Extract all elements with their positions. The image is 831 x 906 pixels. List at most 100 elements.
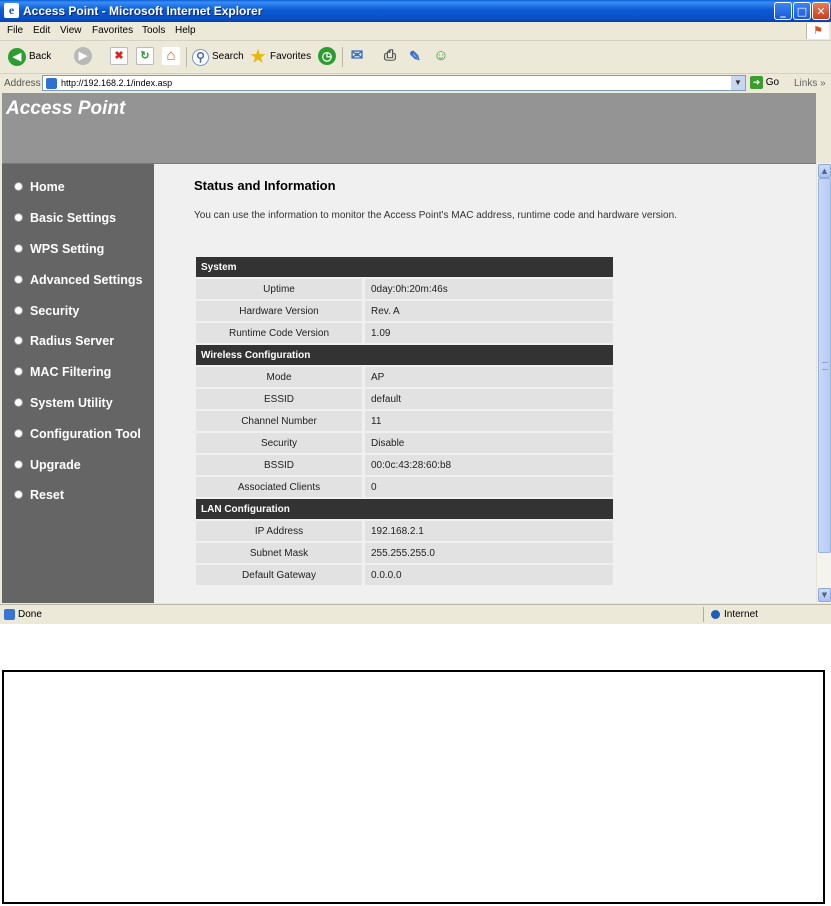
bullet-icon xyxy=(14,367,23,377)
table-row: ESSID default xyxy=(196,389,613,409)
scroll-thumb[interactable] xyxy=(818,178,831,553)
messenger-button[interactable]: ☺ xyxy=(432,47,450,67)
bullet-icon xyxy=(14,306,23,316)
maximize-button[interactable]: □ xyxy=(793,2,811,20)
page-icon xyxy=(46,78,57,89)
section-title: LAN Configuration xyxy=(196,499,613,519)
refresh-button[interactable]: ↻ xyxy=(136,47,154,67)
back-button[interactable]: ◀ Back xyxy=(8,47,51,67)
section-header-wireless: Wireless Configuration xyxy=(196,345,613,365)
mail-button[interactable]: ✉ xyxy=(348,47,366,67)
scroll-up-icon[interactable]: ▲ xyxy=(818,164,831,178)
nav-label: WPS Setting xyxy=(30,242,105,256)
nav-item-upgrade[interactable]: Upgrade xyxy=(14,458,81,476)
mail-icon: ✉ xyxy=(350,47,364,65)
back-label: Back xyxy=(29,51,52,62)
toolbar: ◀ Back ▶ ✖ ↻ ⌂ ⚲ Search ★ Favorites ◷ ✉ ⎙ xyxy=(0,41,831,74)
nav-label: Reset xyxy=(30,488,65,502)
minimize-button[interactable]: _ xyxy=(774,2,792,20)
nav-item-basic-settings[interactable]: Basic Settings xyxy=(14,211,116,229)
home-button[interactable]: ⌂ xyxy=(162,47,180,67)
empty-frame xyxy=(2,670,825,904)
row-value: 0day:0h:20m:46s xyxy=(362,279,613,299)
security-zone: Internet xyxy=(724,609,758,620)
scroll-down-icon[interactable]: ▼ xyxy=(818,588,831,602)
page-banner: Access Point xyxy=(2,93,816,164)
edit-button[interactable]: ✎ xyxy=(406,47,424,67)
row-label: Uptime xyxy=(196,279,362,299)
address-input[interactable]: http://192.168.2.1/index.asp ▼ xyxy=(42,75,746,91)
menu-favorites[interactable]: Favorites xyxy=(92,25,133,36)
go-button[interactable]: ➜ Go xyxy=(750,76,779,89)
table-row: Associated Clients 0 xyxy=(196,477,613,497)
address-dropdown-icon[interactable]: ▼ xyxy=(731,76,745,90)
stop-button[interactable]: ✖ xyxy=(110,47,128,67)
favorites-button[interactable]: ★ Favorites xyxy=(249,47,311,67)
nav-item-radius-server[interactable]: Radius Server xyxy=(14,334,114,352)
links-chevron-icon: » xyxy=(820,78,826,89)
bullet-icon xyxy=(14,490,23,500)
refresh-icon: ↻ xyxy=(136,47,154,66)
left-navigation: Home Basic Settings WPS Setting Advanced… xyxy=(2,164,154,603)
row-value: 00:0c:43:28:60:b8 xyxy=(362,455,613,475)
home-icon: ⌂ xyxy=(162,47,180,66)
nav-item-configuration-tool[interactable]: Configuration Tool xyxy=(14,427,141,445)
nav-item-wps-setting[interactable]: WPS Setting xyxy=(14,242,104,260)
menu-edit[interactable]: Edit xyxy=(33,25,50,36)
favorites-star-icon: ★ xyxy=(250,47,266,66)
page-viewport: Access Point Home Basic Settings WPS Set… xyxy=(2,93,816,603)
row-label: Security xyxy=(196,433,362,453)
nav-label: Configuration Tool xyxy=(30,427,141,441)
print-button[interactable]: ⎙ xyxy=(381,47,399,67)
search-button[interactable]: ⚲ Search xyxy=(192,47,244,67)
search-icon: ⚲ xyxy=(192,48,209,66)
nav-item-security[interactable]: Security xyxy=(14,304,79,322)
table-row: Default Gateway 0.0.0.0 xyxy=(196,565,613,585)
row-value: 0 xyxy=(362,477,613,497)
row-value: 0.0.0.0 xyxy=(362,565,613,585)
title-bar[interactable]: e Access Point - Microsoft Internet Expl… xyxy=(0,0,831,22)
row-value: 192.168.2.1 xyxy=(362,521,613,541)
table-row: Subnet Mask 255.255.255.0 xyxy=(196,543,613,563)
row-label: Hardware Version xyxy=(196,301,362,321)
links-button[interactable]: Links » xyxy=(794,78,826,89)
history-icon: ◷ xyxy=(318,47,336,66)
table-row: Hardware Version Rev. A xyxy=(196,301,613,321)
edit-icon: ✎ xyxy=(409,48,421,65)
address-bar: Address http://192.168.2.1/index.asp ▼ ➜… xyxy=(0,74,831,93)
menu-help[interactable]: Help xyxy=(175,25,196,36)
page-title: Status and Information xyxy=(194,178,336,193)
bullet-icon xyxy=(14,460,23,470)
main-content: Status and Information You can use the i… xyxy=(154,164,816,603)
bullet-icon xyxy=(14,275,23,285)
vertical-scrollbar[interactable]: ▲ ▼ xyxy=(816,163,831,603)
nav-label: Upgrade xyxy=(30,458,81,472)
row-label: Mode xyxy=(196,367,362,387)
menu-file[interactable]: File xyxy=(7,25,23,36)
nav-item-home[interactable]: Home xyxy=(14,180,65,198)
table-row: Security Disable xyxy=(196,433,613,453)
nav-item-system-utility[interactable]: System Utility xyxy=(14,396,113,414)
history-button[interactable]: ◷ xyxy=(318,47,336,67)
row-value: Rev. A xyxy=(362,301,613,321)
bullet-icon xyxy=(14,182,23,192)
row-label: BSSID xyxy=(196,455,362,475)
table-row: BSSID 00:0c:43:28:60:b8 xyxy=(196,455,613,475)
bullet-icon xyxy=(14,336,23,346)
nav-item-advanced-settings[interactable]: Advanced Settings xyxy=(14,273,143,291)
toolbar-separator xyxy=(342,47,343,67)
menu-tools[interactable]: Tools xyxy=(142,25,165,36)
nav-item-reset[interactable]: Reset xyxy=(14,488,64,506)
row-value: 11 xyxy=(362,411,613,431)
menu-view[interactable]: View xyxy=(60,25,82,36)
close-button[interactable]: ✕ xyxy=(812,2,830,20)
nav-item-mac-filtering[interactable]: MAC Filtering xyxy=(14,365,111,383)
messenger-icon: ☺ xyxy=(433,47,449,65)
table-row: Mode AP xyxy=(196,367,613,387)
nav-label: System Utility xyxy=(30,396,113,410)
forward-button[interactable]: ▶ xyxy=(74,47,92,67)
search-label: Search xyxy=(212,51,244,62)
row-value: default xyxy=(362,389,613,409)
print-icon: ⎙ xyxy=(383,47,396,65)
back-arrow-icon: ◀ xyxy=(8,48,26,66)
